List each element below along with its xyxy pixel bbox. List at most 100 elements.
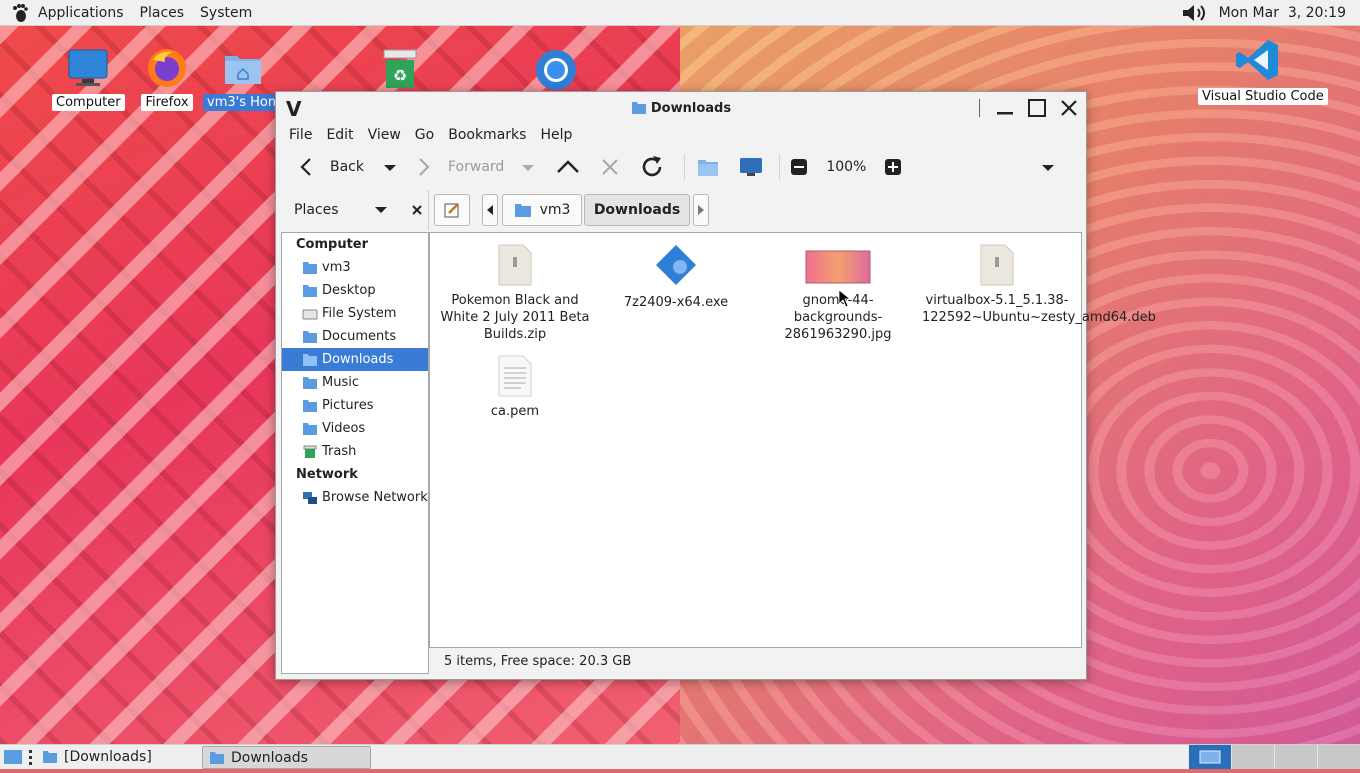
places-chevron-down-icon[interactable] — [373, 203, 389, 217]
sidebar-item-label: Videos — [322, 421, 366, 436]
places-menu[interactable]: Places — [132, 5, 193, 21]
edit-location-button[interactable] — [434, 194, 470, 226]
gnome-foot-icon[interactable] — [10, 3, 30, 23]
file-view[interactable]: Pokemon Black and White 2 July 2011 Beta… — [429, 232, 1156, 648]
file-item-zip[interactable]: Pokemon Black and White 2 July 2011 Beta… — [440, 243, 590, 343]
window-menu-button[interactable]: V — [286, 97, 301, 121]
path-segment-downloads[interactable]: Downloads — [584, 194, 690, 226]
desktop-icon-trash[interactable]: ♻ — [378, 46, 422, 94]
volume-icon[interactable] — [1181, 3, 1211, 23]
path-scroll-left[interactable] — [482, 194, 498, 226]
window-title-text: Downloads — [650, 100, 732, 116]
arrow-right-icon — [698, 205, 704, 215]
computer-icon[interactable] — [737, 155, 765, 179]
places-selector[interactable]: Places — [284, 202, 424, 218]
sidebar-item-vm3[interactable]: vm3 — [282, 256, 428, 279]
clock[interactable]: Mon Mar 3, 20:19 — [1219, 5, 1346, 21]
workspace-1[interactable] — [1188, 745, 1231, 769]
firefox-icon — [148, 49, 186, 87]
workspace-4[interactable] — [1317, 745, 1360, 769]
menu-file[interactable]: File — [282, 127, 319, 143]
sidebar-item-videos[interactable]: Videos — [282, 417, 428, 440]
file-manager-window: V Downloads File Edit View Go Bookmarks … — [275, 91, 1156, 680]
sidebar-item-documents[interactable]: Documents — [282, 325, 428, 348]
zoom-out-icon[interactable] — [790, 158, 808, 176]
taskbar-item-downloads[interactable]: Downloads — [202, 746, 371, 769]
sidebar-item-music[interactable]: Music — [282, 371, 428, 394]
sidebar-item-label: Music — [322, 375, 359, 390]
folder-icon — [43, 750, 57, 763]
sidebar-item-downloads[interactable]: Downloads — [282, 348, 428, 371]
forward-arrow-icon — [419, 158, 430, 176]
panel-handle-icon — [29, 750, 32, 765]
desktop-icon-firefox[interactable]: Firefox — [138, 46, 196, 111]
sidebar-item-label: Documents — [322, 329, 397, 344]
sidebar-item-label: Pictures — [322, 398, 374, 413]
applications-menu[interactable]: Applications — [30, 5, 132, 21]
desktop-icon-vscode[interactable]: Visual Studio Code — [1198, 36, 1328, 105]
folder-icon — [303, 330, 317, 343]
menu-edit[interactable]: Edit — [319, 127, 360, 143]
stop-icon[interactable] — [598, 155, 622, 179]
sidebar-item-label: File System — [322, 306, 397, 321]
workspace-3[interactable] — [1274, 745, 1317, 769]
home-folder-icon[interactable] — [695, 155, 721, 179]
back-button[interactable]: Back — [298, 157, 364, 177]
zoom-in-icon[interactable] — [884, 158, 902, 176]
toolbar-separator — [684, 154, 686, 180]
minimize-button[interactable] — [992, 95, 1018, 121]
status-bar: 5 items, Free space: 20.3 GB — [444, 654, 632, 669]
desktop-icon-home[interactable]: vm3's Hom — [203, 46, 285, 111]
file-item-exe[interactable]: 7z2409-x64.exe — [601, 243, 751, 311]
taskbar-item-downloads-minimized[interactable]: [Downloads] — [36, 746, 198, 767]
forward-history-chevron-down-icon[interactable] — [516, 157, 540, 177]
places-label: Places — [294, 202, 339, 218]
sidebar-item-pictures[interactable]: Pictures — [282, 394, 428, 417]
sidebar-item-file-system[interactable]: File System — [282, 302, 428, 325]
task-label: Downloads — [231, 749, 308, 766]
path-scroll-right[interactable] — [693, 194, 709, 226]
download-folder-icon — [631, 102, 646, 114]
forward-button[interactable]: Forward — [416, 157, 504, 177]
up-arrow-icon[interactable] — [554, 155, 582, 179]
places-sidebar: Computer vm3 Desktop File System Documen… — [281, 232, 429, 674]
file-name: ca.pem — [490, 404, 540, 419]
toolbar-overflow-chevron-down-icon[interactable] — [1038, 157, 1058, 177]
sidebar-item-trash[interactable]: Trash — [282, 440, 428, 463]
desktop-icon-computer[interactable]: Computer — [52, 46, 125, 111]
show-desktop-icon[interactable] — [3, 748, 23, 766]
drive-icon — [302, 309, 318, 319]
sidebar-item-label: vm3 — [322, 260, 351, 275]
path-segment-vm3[interactable]: vm3 — [502, 194, 582, 226]
sidebar-item-label: Browse Network — [322, 490, 428, 505]
bottom-panel: [Downloads] Downloads — [0, 744, 1360, 769]
reload-icon[interactable] — [638, 153, 666, 181]
workspace-2[interactable] — [1231, 745, 1274, 769]
sidebar-item-label: Downloads — [322, 352, 394, 367]
sidebar-item-desktop[interactable]: Desktop — [282, 279, 428, 302]
text-file-icon — [498, 355, 532, 397]
minimize-icon — [997, 112, 1013, 115]
maximize-button[interactable] — [1024, 95, 1050, 121]
title-bar[interactable]: V Downloads — [276, 92, 1086, 124]
file-item-deb[interactable]: virtualbox-5.1_5.1.38-122592~Ubuntu~zest… — [922, 243, 1156, 326]
system-menu[interactable]: System — [192, 5, 260, 21]
close-button[interactable] — [1056, 95, 1082, 121]
desktop-icon-chromium[interactable] — [532, 46, 580, 94]
menu-bookmarks[interactable]: Bookmarks — [441, 127, 533, 143]
menu-help[interactable]: Help — [533, 127, 579, 143]
zoom-level[interactable]: 100% — [826, 159, 866, 175]
top-panel: Applications Places System Mon Mar 3, 20… — [0, 0, 1360, 26]
executable-icon — [656, 245, 696, 285]
menu-view[interactable]: View — [361, 127, 408, 143]
file-name: 7z2409-x64.exe — [623, 295, 729, 310]
file-item-pem[interactable]: ca.pem — [440, 354, 590, 420]
maximize-icon — [1028, 99, 1046, 117]
download-folder-icon — [303, 353, 317, 366]
back-history-chevron-down-icon[interactable] — [378, 157, 402, 177]
menu-go[interactable]: Go — [408, 127, 441, 143]
close-sidebar-icon[interactable] — [410, 203, 424, 217]
sidebar-item-browse-network[interactable]: Browse Network — [282, 486, 428, 509]
home-folder-icon — [514, 204, 531, 217]
package-icon — [980, 244, 1014, 286]
